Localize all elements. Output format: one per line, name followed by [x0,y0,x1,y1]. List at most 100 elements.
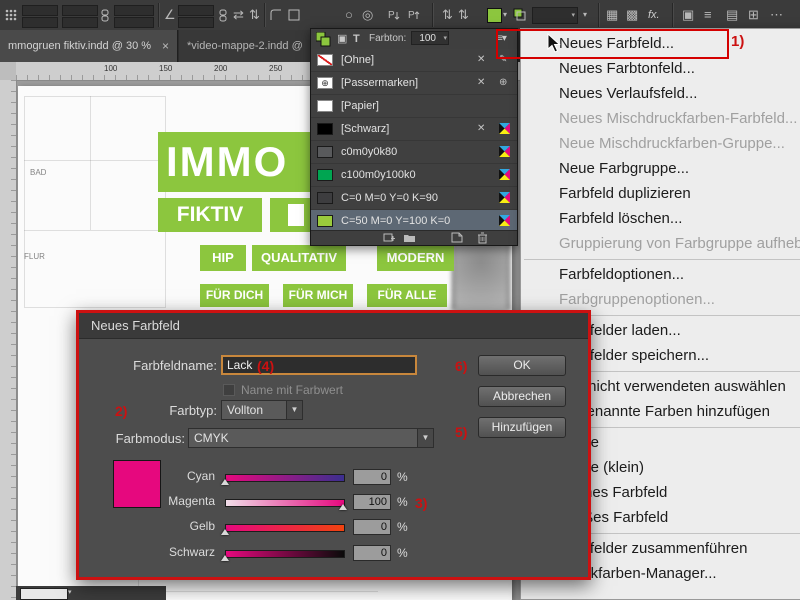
design-block-fiktiv[interactable]: FIKTIV [158,198,262,232]
align-panel-icon[interactable]: ≡ [704,0,712,30]
yellow-value-field[interactable]: 0 [353,519,391,535]
x-position-field[interactable] [22,5,58,16]
tab-video-mappe-2[interactable]: *video-mappe-2.indd @ [179,30,331,62]
scale-x-field[interactable] [114,5,154,16]
menu-item-farbfeldoptionen[interactable]: Farbfeldoptionen... [521,262,800,287]
chevron-down-icon[interactable]: ▼ [417,429,433,447]
fill-proxy-icon[interactable] [316,32,331,47]
design-block-qualitativ[interactable]: QUALITATIV [252,245,346,271]
magenta-slider-thumb[interactable] [339,504,347,510]
stroke-type-dropdown-arrow-icon[interactable]: ▾ [583,0,587,30]
tint-dropdown-arrow-icon[interactable]: ▾ [443,35,447,43]
stroke-weight-arrow-icon[interactable]: ▾ [571,11,575,19]
color-type-dropdown[interactable]: Vollton ▼ [221,400,303,420]
cyan-slider[interactable] [225,474,345,482]
cancel-button[interactable]: Abbrechen [478,386,566,407]
width-field[interactable] [62,5,98,16]
select-container-icon[interactable]: ○ [345,0,353,30]
new-color-group-icon[interactable] [383,232,396,243]
swatch-row-gray[interactable]: c0m0y0k80 [311,141,517,164]
black-value-field[interactable]: 0 [353,545,391,561]
yellow-slider-thumb[interactable] [221,529,229,535]
nudge-spinner-icon[interactable]: ⇅ [442,0,453,30]
swatch-row-none[interactable]: [Ohne] ✕ ✎ [311,49,517,72]
zoom-dropdown-arrow-icon[interactable]: ▾ [68,588,72,596]
object-styles-icon[interactable]: ▤ [726,0,738,30]
black-label: Schwarz [115,545,215,559]
fill-color-dropdown-arrow-icon[interactable]: ▾ [503,0,507,30]
rotate-link-icon[interactable] [218,9,228,22]
black-slider-thumb[interactable] [221,555,229,561]
flip-vertical-icon[interactable]: ⇅ [249,0,260,30]
yellow-slider[interactable] [225,524,345,532]
swap-fill-stroke-icon[interactable] [513,8,526,21]
add-button[interactable]: Hinzufügen [478,417,566,438]
magenta-slider[interactable] [225,499,345,507]
cyan-slider-thumb[interactable] [221,479,229,485]
swatch-row-black[interactable]: [Schwarz] ✕ [311,118,517,141]
text-wrap-icon[interactable]: ▣ [682,0,694,30]
magenta-value-field[interactable]: 100 [353,494,391,510]
annotation-1: 1) [731,33,744,50]
none-icon: ✕ [477,118,485,140]
design-block-hip[interactable]: HIP [200,245,246,271]
tab-immogruen-fiktiv[interactable]: mmogruen fiktiv.indd @ 30 % [0,30,178,62]
design-block-fuer-dich[interactable]: FÜR DICH [200,284,269,307]
toolbar-separator [598,3,600,27]
height-field[interactable] [62,17,98,28]
menu-item-neues-verlaufsfeld[interactable]: Neues Verlaufsfeld... [521,81,800,106]
design-block-modern[interactable]: MODERN [377,245,454,271]
menu-item-neue-farbgruppe[interactable]: Neue Farbgruppe... [521,156,800,181]
swatch-name-input[interactable] [221,355,417,375]
relative-y-icon[interactable]: P [408,8,422,22]
design-block-fuer-mich[interactable]: FÜR MICH [283,284,353,307]
chevron-down-icon[interactable]: ▼ [286,401,302,419]
cyan-value-field[interactable]: 0 [353,469,391,485]
new-swatch-icon[interactable] [451,232,463,243]
drop-shadow-icon[interactable]: ▩ [626,0,638,30]
apply-to-text-icon[interactable]: T [353,29,360,49]
menu-item-farbfeld-duplizieren[interactable]: Farbfeld duplizieren [521,181,800,206]
stroke-weight-field[interactable]: ▾ [532,7,578,24]
swatch-row-paper[interactable]: [Papier] [311,95,517,118]
design-block-fuer-alle[interactable]: FÜR ALLE [367,284,447,307]
relative-x-icon[interactable]: P [388,8,402,22]
zoom-level-field[interactable] [20,588,68,600]
dialog-title[interactable]: Neues Farbfeld [79,313,588,339]
menu-item-farbfeld-loeschen[interactable]: Farbfeld löschen... [521,206,800,231]
more-options-icon[interactable]: ⋯ [770,0,783,30]
swatch-row-green[interactable]: c100m0y100k0 [311,164,517,187]
rotation-icon[interactable]: ∠ [164,0,176,30]
insert-icon[interactable]: ⊞ [748,0,759,30]
swatch-name: C=50 M=0 Y=100 K=0 [341,210,450,232]
shear-angle-field[interactable] [178,17,214,28]
apply-to-container-icon[interactable]: ▣ [337,29,347,49]
color-mode-dropdown[interactable]: CMYK ▼ [188,428,434,448]
reference-point-proxy-icon[interactable] [5,9,17,21]
corner-options-icon[interactable] [270,9,282,21]
delete-swatch-trash-icon[interactable] [477,232,488,244]
menu-item-neues-farbtonfeld[interactable]: Neues Farbtonfeld... [521,56,800,81]
vertical-ruler[interactable] [0,80,17,600]
constrain-link-icon[interactable] [100,9,110,22]
floorplan-room-label: FLUR [24,252,45,261]
rotation-angle-field[interactable] [178,5,214,16]
nudge-spinner-icon-2[interactable]: ⇅ [458,0,469,30]
flip-horizontal-icon[interactable]: ⇄ [233,0,244,30]
black-slider[interactable] [225,550,345,558]
tint-value-field[interactable]: 100 ▾ [411,31,449,45]
swatch-row-k90[interactable]: C=0 M=0 Y=0 K=90 [311,187,517,210]
color-group-folder-icon[interactable] [403,232,416,243]
scale-y-field[interactable] [114,17,154,28]
ok-button[interactable]: OK [478,355,566,376]
swatch-row-registration[interactable]: ⊕ [Passermarken] ✕ ⊕ [311,72,517,95]
ruler-origin-box[interactable] [0,62,17,81]
y-position-field[interactable] [22,17,58,28]
effects-fx-label[interactable]: fx. [648,0,660,30]
corner-radius-icon[interactable] [288,9,300,21]
select-content-icon[interactable]: ◎ [362,0,373,30]
close-icon[interactable]: × [162,30,169,62]
table-grid-icon[interactable]: ▦ [606,0,618,30]
toolbar-separator [432,3,434,27]
fill-color-swatch[interactable] [487,8,502,23]
